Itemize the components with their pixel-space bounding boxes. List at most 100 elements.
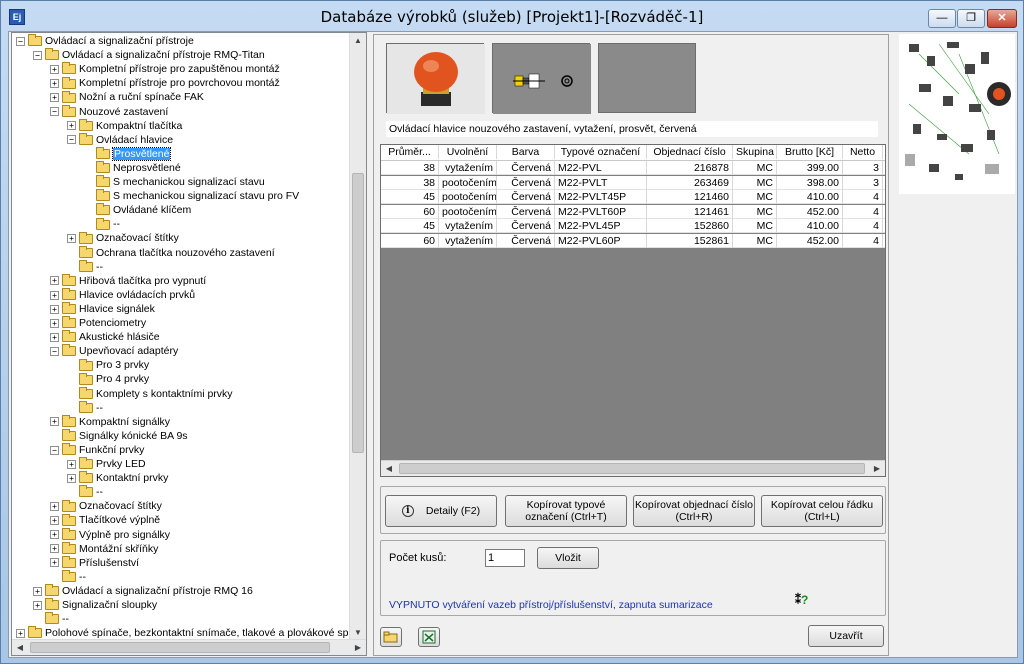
tree-item[interactable]: Neprosvětlené — [84, 161, 181, 175]
expand-icon[interactable]: + — [50, 417, 59, 427]
expand-icon[interactable]: + — [16, 628, 25, 638]
tree-item-label[interactable]: Kompaktní tlačítka — [96, 120, 182, 132]
tree-vertical-scrollbar[interactable]: ▲ ▼ — [349, 33, 366, 641]
tree-item[interactable]: S mechanickou signalizací stavu pro FV — [84, 189, 299, 203]
collapse-icon[interactable]: − — [50, 107, 59, 117]
tree-item-label[interactable]: Ovládací a signalizační přístroje — [45, 35, 194, 47]
table-row[interactable]: 38 pootočením Červená M22-PVLT 263469 MC 398.0… — [381, 175, 885, 190]
expand-icon[interactable]: + — [50, 318, 59, 328]
grid-scroll-left-icon[interactable]: ◀ — [381, 461, 397, 476]
tree-item-label[interactable]: Signálky kónické BA 9s — [79, 430, 188, 442]
tree-item-label[interactable]: Funkční prvky — [79, 444, 144, 456]
help-icon[interactable]: ⁑? — [795, 593, 808, 607]
scroll-up-icon[interactable]: ▲ — [350, 33, 366, 49]
tree-item[interactable]: + Montážní skříňky — [50, 541, 158, 556]
product-symbol[interactable] — [492, 43, 591, 114]
tree-item-label[interactable]: Hlavice signálek — [79, 303, 155, 315]
tree-item-label[interactable]: Potenciometry — [79, 317, 146, 329]
tree-item-label[interactable]: Označovací štítky — [96, 233, 179, 245]
tree-hscroll-thumb[interactable] — [30, 642, 330, 653]
expand-icon[interactable]: + — [67, 473, 76, 483]
export-excel-button[interactable] — [418, 627, 440, 647]
column-header[interactable]: Netto — [843, 145, 883, 159]
tree-item[interactable]: -- — [50, 570, 86, 584]
tree-item-label[interactable]: S mechanickou signalizací stavu pro FV — [113, 190, 299, 202]
table-row[interactable]: 60 vytažením Červená M22-PVL60P 152861 MC 452.… — [381, 233, 885, 248]
scroll-right-icon[interactable]: ▶ — [350, 640, 366, 655]
tree-item-label[interactable]: S mechanickou signalizací stavu — [113, 176, 265, 188]
tree-item-label[interactable]: -- — [96, 261, 103, 273]
column-header[interactable]: Skupina — [733, 145, 777, 159]
tree-item-label[interactable]: -- — [113, 219, 120, 231]
tree-item[interactable]: + Kontaktní prvky — [67, 471, 168, 485]
tree-item-label[interactable]: Nouzové zastavení — [79, 106, 168, 118]
tree-item-label[interactable]: Kompletní přístroje pro povrchovou montá… — [79, 78, 280, 90]
collapse-icon[interactable]: − — [16, 36, 25, 46]
close-button[interactable]: Uzavřít — [808, 625, 884, 647]
tree-item[interactable]: + Kompaktní tlačítka — [67, 118, 182, 133]
tree-item[interactable]: − Funkční prvky — [50, 443, 144, 457]
maximize-button[interactable]: ❐ — [957, 9, 985, 28]
collapse-icon[interactable]: − — [50, 346, 59, 356]
tree-item[interactable]: + Příslušenství — [50, 555, 139, 570]
table-row[interactable]: 38 vytažením Červená M22-PVL 216878 MC 399.00 3 — [381, 161, 885, 175]
tree-item[interactable]: + Hřibová tlačítka pro vypnutí — [50, 273, 206, 288]
details-button[interactable]: i Detaily (F2) — [385, 495, 497, 527]
tree-item-label[interactable]: Kontaktní prvky — [96, 472, 168, 484]
tree-item-label[interactable]: Polohové spínače, bezkontaktní snímače, … — [45, 627, 366, 639]
tree-item-label[interactable]: Hřibová tlačítka pro vypnutí — [79, 275, 206, 287]
tree-item[interactable]: Pro 4 prvky — [67, 372, 149, 386]
tree-item-label[interactable]: Signalizační sloupky — [62, 599, 157, 611]
tree-item-label[interactable]: Montážní skříňky — [79, 543, 158, 555]
tree-item-label[interactable]: Akustické hlásiče — [79, 331, 160, 343]
column-header[interactable]: Průměr... — [381, 145, 439, 159]
tree-item-label[interactable]: Hlavice ovládacích prvků — [79, 289, 195, 301]
open-folder-button[interactable] — [380, 627, 402, 647]
copy-row-button[interactable]: Kopírovat celou řádku (Ctrl+L) — [761, 495, 883, 527]
collapse-icon[interactable]: − — [33, 50, 42, 60]
column-header[interactable]: Uvolnění — [439, 145, 497, 159]
tree-item[interactable]: + Hlavice signálek — [50, 302, 155, 316]
tree-item[interactable]: + Označovací štítky — [67, 231, 179, 245]
expand-icon[interactable]: + — [33, 586, 42, 596]
table-row[interactable]: 45 vytažením Červená M22-PVL45P 152860 MC 410.… — [381, 219, 885, 233]
expand-icon[interactable]: + — [50, 502, 59, 512]
tree-item-label[interactable]: Kompaktní signálky — [79, 416, 170, 428]
tree-item-label[interactable]: Komplety s kontaktními prvky — [96, 388, 233, 400]
tree-item[interactable]: -- — [33, 612, 69, 626]
tree-item[interactable]: − Ovládací a signalizační přístroje — [16, 34, 194, 48]
close-window-button[interactable]: ✕ — [987, 9, 1017, 28]
tree-item[interactable]: − Ovládací hlavice — [67, 132, 173, 147]
tree-item[interactable]: + Signalizační sloupky — [33, 598, 157, 612]
expand-icon[interactable]: + — [67, 121, 76, 131]
expand-icon[interactable]: + — [67, 459, 76, 469]
tree-item-label[interactable]: Ochrana tlačítka nouzového zastavení — [96, 247, 275, 259]
collapse-icon[interactable]: − — [50, 445, 59, 455]
minimize-button[interactable]: — — [928, 9, 956, 28]
tree-item[interactable]: − Upevňovací adaptéry — [50, 344, 178, 358]
tree-item[interactable]: -- — [67, 400, 103, 415]
tree-item-label[interactable]: Označovací štítky — [79, 501, 162, 513]
grid-hscroll-thumb[interactable] — [399, 463, 865, 474]
tree-item[interactable]: Komplety s kontaktními prvky — [67, 386, 233, 401]
expand-icon[interactable]: + — [50, 64, 59, 74]
tree-item-label[interactable]: Prosvětlené — [111, 147, 172, 162]
tree-item-label[interactable]: Příslušenství — [79, 557, 139, 569]
table-row[interactable]: 60 pootočením Červená M22-PVLT60P 121461 MC 45… — [381, 204, 885, 219]
tree-item-label[interactable]: Ovládací a signalizační přístroje RMQ-Ti… — [62, 49, 265, 61]
table-row[interactable]: 45 pootočením Červená M22-PVLT45P 121460 MC 41… — [381, 190, 885, 204]
category-tree[interactable]: + Polohové spínače, bezkontaktní snímače,… — [11, 32, 367, 656]
expand-icon[interactable]: + — [50, 516, 59, 526]
copy-order-number-button[interactable]: Kopírovat objednací číslo (Ctrl+R) — [633, 495, 755, 527]
tree-item[interactable]: + Prvky LED — [67, 457, 146, 471]
column-header[interactable]: Objednací číslo — [647, 145, 733, 159]
grid-horizontal-scrollbar[interactable]: ◀ ▶ — [381, 460, 885, 476]
expand-icon[interactable]: + — [50, 93, 59, 103]
tree-item[interactable]: + Hlavice ovládacích prvků — [50, 288, 195, 302]
tree-item-label[interactable]: Neprosvětlené — [113, 162, 181, 174]
tree-item[interactable]: Prosvětlené — [84, 147, 172, 162]
tree-scroll-thumb[interactable] — [352, 173, 364, 453]
tree-item-label[interactable]: -- — [62, 613, 69, 625]
tree-item[interactable]: − Nouzové zastavení — [50, 104, 168, 119]
tree-item-label[interactable]: Výplně pro signálky — [79, 529, 170, 541]
